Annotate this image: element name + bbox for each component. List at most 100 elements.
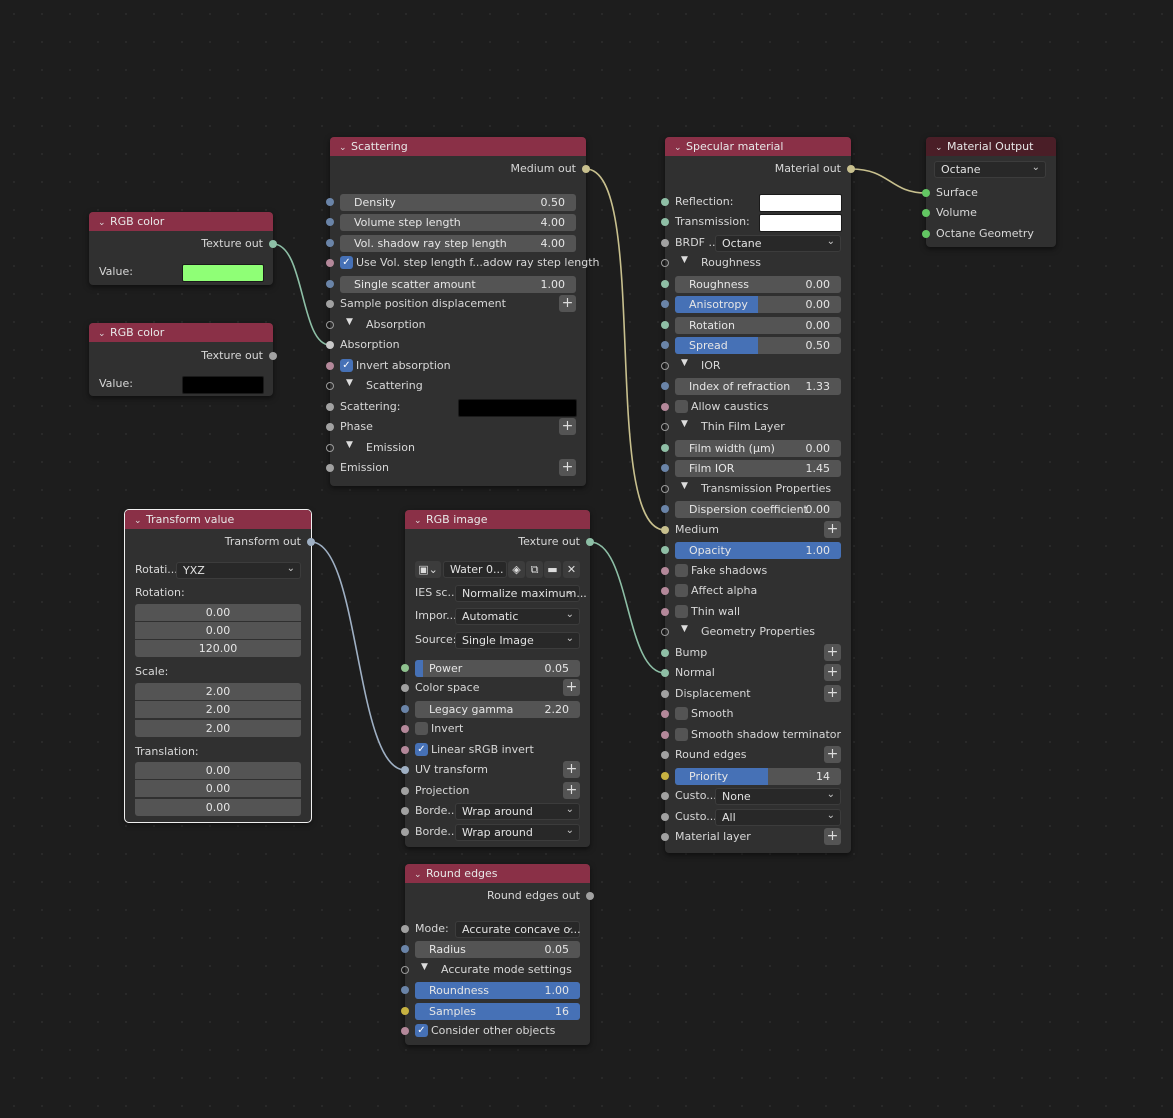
add-icon[interactable]: + [563,782,580,799]
rgb-color-node-1[interactable]: ⌄ RGB color Texture out Value: [89,212,277,285]
volume-step-field[interactable]: Volume step length 4.00 [340,214,576,231]
normal-socket[interactable] [661,669,669,677]
input-socket[interactable] [661,772,669,780]
border-mode-dropdown[interactable]: Wrap around ⌄ [455,803,580,820]
medium-socket[interactable] [661,526,669,534]
input-socket[interactable] [401,828,409,836]
specular-material-node[interactable]: ⌄ Specular material Material out Reflecti… [661,137,855,853]
rgb-image-node[interactable]: ⌄ RGB image Texture out ▣⌄ Water 0... ◈ ⧉… [401,510,594,847]
input-socket[interactable] [401,787,409,795]
duplicate-icon[interactable]: ⧉ [526,561,543,578]
input-socket[interactable] [661,567,669,575]
color-swatch[interactable] [182,264,264,282]
node-header[interactable]: ⌄ Transform value [125,510,311,529]
material-output-node[interactable]: ⌄ Material Output Octane ⌄ Surface Volume … [922,137,1056,247]
invert-absorption-checkbox[interactable] [340,359,353,372]
transmission-swatch[interactable] [759,214,842,232]
scale-z-field[interactable]: 2.00 [135,720,301,737]
input-socket[interactable] [326,300,334,308]
input-socket[interactable] [661,608,669,616]
fake-shadows-checkbox[interactable] [675,564,688,577]
triangle-down-icon[interactable]: ▼ [681,419,688,429]
node-header[interactable]: ⌄ RGB image [405,510,590,529]
triangle-down-icon[interactable]: ▼ [346,378,353,388]
invert-checkbox[interactable] [415,722,428,735]
add-icon[interactable]: + [824,685,841,702]
scale-y-field[interactable]: 2.00 [135,701,301,718]
translation-x-field[interactable]: 0.00 [135,762,301,779]
power-field[interactable]: Power 0.05 [415,660,580,677]
rotation-y-field[interactable]: 0.00 [135,622,301,639]
source-dropdown[interactable]: Single Image ⌄ [455,632,580,649]
add-icon[interactable]: + [824,664,841,681]
input-socket[interactable] [401,925,409,933]
input-socket[interactable] [661,239,669,247]
rotation-x-field[interactable]: 0.00 [135,604,301,621]
roundness-field[interactable]: Roundness 1.00 [415,982,580,999]
input-socket[interactable] [661,587,669,595]
input-socket[interactable] [326,423,334,431]
add-icon[interactable]: + [563,679,580,696]
triangle-down-icon[interactable]: ▼ [346,440,353,450]
input-socket[interactable] [661,792,669,800]
triangle-down-icon[interactable]: ▼ [681,481,688,491]
input-socket[interactable] [326,198,334,206]
legacy-gamma-field[interactable]: Legacy gamma 2.20 [415,701,580,718]
input-socket[interactable] [326,239,334,247]
fake-user-shield-icon[interactable]: ◈ [508,561,525,578]
anisotropy-field[interactable]: Anisotropy 0.00 [675,296,841,313]
rotation-order-dropdown[interactable]: YXZ ⌄ [176,562,301,579]
surface-socket[interactable] [922,189,930,197]
node-header[interactable]: ⌄ Material Output [926,137,1056,156]
input-socket[interactable] [661,198,669,206]
triangle-down-icon[interactable]: ▼ [346,317,353,327]
uv-transform-socket[interactable] [401,766,409,774]
input-socket[interactable] [661,833,669,841]
reflection-swatch[interactable] [759,194,842,212]
input-socket[interactable] [661,690,669,698]
chevron-down-icon[interactable]: ⌄ [134,512,146,531]
input-socket[interactable] [326,403,334,411]
renderer-dropdown[interactable]: Octane ⌄ [934,161,1046,178]
input-socket[interactable] [661,649,669,657]
node-header[interactable]: ⌄ Specular material [665,137,851,156]
texture-out-socket[interactable] [269,240,277,248]
custom-aov-visibility-dropdown[interactable]: All ⌄ [715,809,841,826]
input-socket[interactable] [661,464,669,472]
add-icon[interactable]: + [563,761,580,778]
transform-out-socket[interactable] [307,538,315,546]
input-socket[interactable] [326,362,334,370]
add-icon[interactable]: + [559,418,576,435]
smooth-checkbox[interactable] [675,707,688,720]
open-folder-icon[interactable]: ▬ [544,561,561,578]
import-dropdown[interactable]: Automatic ⌄ [455,608,580,625]
translation-z-field[interactable]: 0.00 [135,799,301,816]
scattering-swatch[interactable] [458,399,577,417]
scattering-node[interactable]: ⌄ Scattering Medium out Density 0.50 Volum… [326,137,599,486]
medium-out-socket[interactable] [582,165,590,173]
add-icon[interactable]: + [824,746,841,763]
consider-objects-checkbox[interactable] [415,1024,428,1037]
input-socket[interactable] [661,300,669,308]
triangle-down-icon[interactable]: ▼ [681,624,688,634]
roughness-field[interactable]: Roughness 0.00 [675,276,841,293]
node-header[interactable]: ⌄ Round edges [405,864,590,883]
thin-wall-checkbox[interactable] [675,605,688,618]
spread-field[interactable]: Spread 0.50 [675,337,841,354]
input-socket[interactable] [401,725,409,733]
dispersion-field[interactable]: Dispersion coefficient 0.00 [675,501,841,518]
image-browse-icon[interactable]: ▣⌄ [415,561,441,578]
input-socket[interactable] [326,280,334,288]
mode-dropdown[interactable]: Accurate concave o... ⌄ [455,921,581,938]
rotation-field[interactable]: Rotation 0.00 [675,317,841,334]
texture-out-socket[interactable] [586,538,594,546]
custom-aov-dropdown[interactable]: None ⌄ [715,788,841,805]
input-socket[interactable] [661,751,669,759]
chevron-down-icon[interactable]: ⌄ [674,139,686,158]
input-socket[interactable] [661,280,669,288]
use-vol-checkbox[interactable] [340,256,353,269]
chevron-down-icon[interactable]: ⌄ [935,139,947,158]
close-icon[interactable]: ✕ [563,561,580,578]
material-out-socket[interactable] [847,165,855,173]
input-socket[interactable] [401,684,409,692]
